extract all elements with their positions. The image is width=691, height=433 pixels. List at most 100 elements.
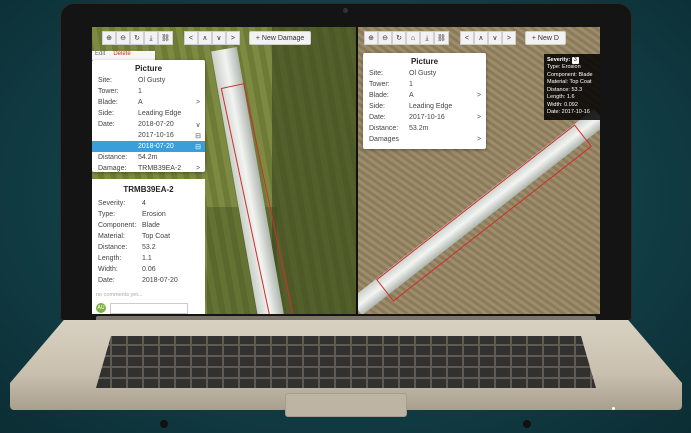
row-value: 2018-07-20	[138, 143, 174, 150]
toolbar-tool-icon[interactable]: ↻	[130, 31, 144, 45]
info-row[interactable]: Distance: 54.2m	[92, 152, 205, 163]
detail-value: 53.2	[142, 244, 156, 251]
row-value: Leading Edge	[409, 103, 453, 110]
delete-tab[interactable]: Delete	[113, 51, 130, 60]
toolbar-tool-icon[interactable]: ⊕	[364, 31, 378, 45]
info-row[interactable]: Blade: A >	[363, 90, 486, 101]
new-damage-button[interactable]: + New D	[524, 31, 566, 45]
row-key: Site:	[369, 70, 384, 77]
webcam	[343, 8, 348, 13]
laptop-foot	[160, 420, 168, 428]
new-damage-button[interactable]: + New Damage	[248, 31, 312, 45]
detail-key: Distance:	[98, 244, 128, 251]
crop-field	[272, 27, 356, 314]
panel-title: Picture	[410, 57, 439, 66]
row-value: 1	[138, 88, 142, 95]
detail-value: 1.1	[142, 255, 152, 262]
detail-key: Component:	[98, 222, 137, 229]
nav-arrow-button[interactable]: <	[459, 31, 474, 45]
picture-panel-right: Picture Site: Ol Gusty Tower: 1 Blade: A > Side…	[363, 53, 486, 149]
right-image-pane[interactable]: ⊕ ⊖ ↻ ⌂ ⤓ ⛓ < ∧ ∨ > + New D Picture Site: Ol Gust…	[358, 27, 600, 314]
nav-arrow-button[interactable]: <	[183, 31, 198, 45]
detail-value: 4	[142, 200, 146, 207]
row-value: 54.2m	[138, 154, 158, 161]
info-row[interactable]: Date: 2018-07-20 ∨	[92, 119, 205, 130]
toolbar-tool-icon[interactable]: ⤓	[420, 31, 434, 45]
tooltip-line: Distance: 53.3	[547, 86, 583, 93]
toolbar-tool-icon[interactable]: ⛓	[434, 31, 449, 45]
detail-row: Date: 2018-07-20	[92, 275, 205, 286]
power-led	[612, 407, 615, 410]
nav-arrow-button[interactable]: ∧	[197, 31, 212, 45]
row-value: Ol Gusty	[409, 70, 437, 77]
damage-tabs: Edit Delete	[92, 51, 155, 60]
comments-placeholder: no comments yet...	[96, 292, 143, 298]
left-toolbar: ⊕ ⊖ ↻ ⤓ ⛓ < ∧ ∨ > + New Damage	[102, 31, 312, 45]
detail-key: Length:	[98, 255, 122, 262]
detail-value: 0.06	[142, 266, 156, 273]
info-row[interactable]: Tower: 1	[92, 86, 205, 97]
row-action-icon[interactable]: >	[472, 136, 486, 143]
row-action-icon[interactable]: ∨	[191, 121, 205, 129]
detail-row: Distance: 53.2	[92, 242, 205, 253]
detail-key: Width:	[98, 266, 118, 273]
tooltip-line: Material: Top Coat	[547, 79, 592, 86]
toolbar-tool-icon[interactable]: ↻	[392, 31, 406, 45]
info-row[interactable]: Blade: A >	[92, 97, 205, 108]
touchpad	[285, 393, 407, 417]
toolbar-tool-icon[interactable]: ⛓	[158, 31, 173, 45]
info-row[interactable]: 2018-07-20 ⊟	[92, 141, 205, 152]
row-key: Distance:	[98, 154, 128, 161]
tooltip-line: Component: Blade	[547, 71, 593, 78]
nav-arrow-button[interactable]: ∧	[473, 31, 488, 45]
info-row[interactable]: Tower: 1	[363, 79, 486, 90]
row-key: Tower:	[98, 88, 119, 95]
row-value: 2017-10-16	[138, 132, 174, 139]
edit-tab[interactable]: Edit	[95, 51, 105, 60]
detail-value: Blade	[142, 222, 160, 229]
row-key: Date:	[98, 121, 115, 128]
toolbar-tool-icon[interactable]: ⌂	[406, 31, 420, 45]
nav-arrow-button[interactable]: >	[501, 31, 516, 45]
info-row[interactable]: Side: Leading Edge	[92, 108, 205, 119]
nav-arrow-button[interactable]: ∨	[487, 31, 502, 45]
row-action-icon[interactable]: >	[191, 99, 205, 106]
row-value: Ol Gusty	[138, 77, 166, 84]
row-action-icon[interactable]: >	[472, 92, 486, 99]
row-key: Blade:	[369, 92, 389, 99]
toolbar-tool-icon[interactable]: ⊖	[116, 31, 130, 45]
row-action-icon[interactable]: ⊟	[191, 143, 205, 151]
tooltip-line: Width: 0.092	[547, 101, 578, 108]
row-value: 53.2m	[409, 125, 429, 132]
app-screen: ⊕ ⊖ ↻ ⤓ ⛓ < ∧ ∨ > + New Damage Edit Delete Pict…	[92, 27, 600, 314]
toolbar-tool-icon[interactable]: ⊕	[102, 31, 116, 45]
info-row[interactable]: Site: Ol Gusty	[92, 75, 205, 86]
severity-badge: 3	[571, 57, 579, 65]
comment-input[interactable]	[110, 303, 188, 314]
row-value: 1	[409, 81, 413, 88]
row-value: 2018-07-20	[138, 121, 174, 128]
detail-row: Severity: 4	[92, 198, 205, 209]
info-row[interactable]: Site: Ol Gusty	[363, 68, 486, 79]
detail-value: Erosion	[142, 211, 166, 218]
left-image-pane[interactable]: ⊕ ⊖ ↻ ⤓ ⛓ < ∧ ∨ > + New Damage Edit Delete Pict…	[92, 27, 356, 314]
row-action-icon[interactable]: >	[191, 165, 205, 172]
detail-value: 2018-07-20	[142, 277, 178, 284]
tooltip-severity-label: Severity:	[547, 57, 571, 63]
row-action-icon[interactable]: >	[472, 114, 486, 121]
info-row[interactable]: Damages >	[363, 134, 486, 145]
right-toolbar: ⊕ ⊖ ↻ ⌂ ⤓ ⛓ < ∧ ∨ > + New D	[364, 31, 566, 45]
info-row[interactable]: Side: Leading Edge	[363, 101, 486, 112]
info-row[interactable]: Damage: TRMB39EA-2 >	[92, 163, 205, 174]
info-row[interactable]: Date: 2017-10-16 >	[363, 112, 486, 123]
row-action-icon[interactable]: ⊟	[191, 132, 205, 140]
info-row[interactable]: Distance: 53.2m	[363, 123, 486, 134]
row-value: TRMB39EA-2	[138, 165, 182, 172]
nav-arrow-button[interactable]: ∨	[211, 31, 226, 45]
info-row[interactable]: 2017-10-16 ⊟	[92, 130, 205, 141]
toolbar-tool-icon[interactable]: ⊖	[378, 31, 392, 45]
detail-row: Width: 0.06	[92, 264, 205, 275]
damage-bounding-box[interactable]	[376, 124, 592, 302]
nav-arrow-button[interactable]: >	[225, 31, 240, 45]
toolbar-tool-icon[interactable]: ⤓	[144, 31, 158, 45]
